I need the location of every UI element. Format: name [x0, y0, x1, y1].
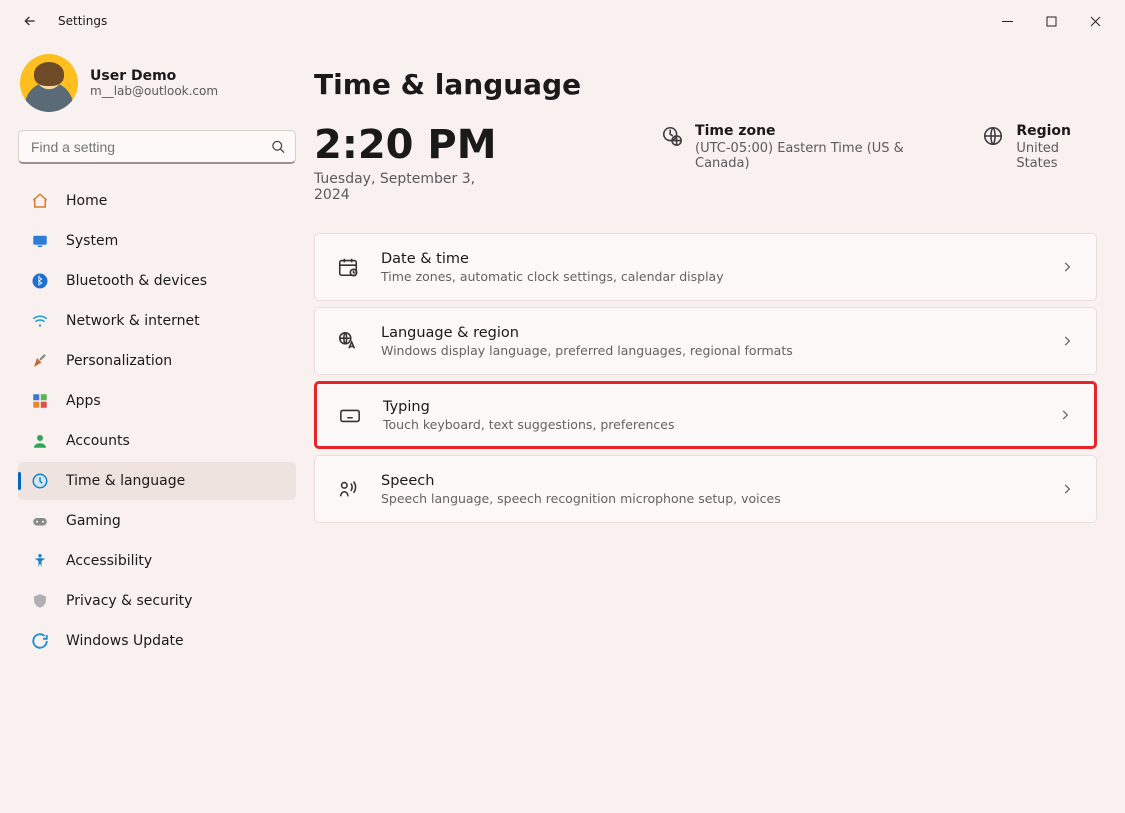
- nav-item-system[interactable]: System: [18, 222, 296, 260]
- sidebar: User Demo m__lab@outlook.com Home System…: [0, 42, 308, 813]
- nav-item-bluetooth[interactable]: Bluetooth & devices: [18, 262, 296, 300]
- minimize-button[interactable]: [985, 5, 1029, 37]
- user-email: m__lab@outlook.com: [90, 84, 218, 98]
- nav-label: Network & internet: [66, 313, 200, 329]
- card-typing[interactable]: Typing Touch keyboard, text suggestions,…: [314, 381, 1097, 449]
- card-speech[interactable]: Speech Speech language, speech recogniti…: [314, 455, 1097, 523]
- card-title: Date & time: [381, 251, 1038, 267]
- avatar: [20, 54, 78, 112]
- region-block: Region United States: [982, 123, 1097, 171]
- current-date: Tuesday, September 3, 2024: [314, 171, 503, 203]
- nav-item-apps[interactable]: Apps: [18, 382, 296, 420]
- nav-label: Privacy & security: [66, 593, 192, 609]
- chevron-right-icon: [1060, 482, 1074, 496]
- nav-item-network[interactable]: Network & internet: [18, 302, 296, 340]
- maximize-button[interactable]: [1029, 5, 1073, 37]
- chevron-right-icon: [1060, 260, 1074, 274]
- chevron-right-icon: [1058, 408, 1072, 422]
- bluetooth-icon: [30, 271, 50, 291]
- user-block[interactable]: User Demo m__lab@outlook.com: [18, 50, 296, 130]
- card-date-time[interactable]: Date & time Time zones, automatic clock …: [314, 233, 1097, 301]
- card-sub: Touch keyboard, text suggestions, prefer…: [383, 417, 1036, 432]
- nav-label: Accessibility: [66, 553, 152, 569]
- nav-item-accessibility[interactable]: Accessibility: [18, 542, 296, 580]
- home-icon: [30, 191, 50, 211]
- region-value: United States: [1016, 141, 1097, 171]
- nav-item-accounts[interactable]: Accounts: [18, 422, 296, 460]
- window-title: Settings: [58, 14, 107, 28]
- nav-list: Home System Bluetooth & devices Network …: [18, 182, 296, 660]
- maximize-icon: [1046, 16, 1057, 27]
- nav-label: Bluetooth & devices: [66, 273, 207, 289]
- time-language-icon: [30, 471, 50, 491]
- nav-label: Apps: [66, 393, 101, 409]
- language-icon: [337, 330, 359, 352]
- back-button[interactable]: [16, 7, 44, 35]
- accounts-icon: [30, 431, 50, 451]
- apps-icon: [30, 391, 50, 411]
- current-time: 2:20 PM: [314, 123, 503, 167]
- card-sub: Windows display language, preferred lang…: [381, 343, 1038, 358]
- titlebar: Settings: [0, 0, 1125, 42]
- close-button[interactable]: [1073, 5, 1117, 37]
- nav-item-personalization[interactable]: Personalization: [18, 342, 296, 380]
- timezone-label: Time zone: [695, 123, 944, 139]
- nav-item-time-language[interactable]: Time & language: [18, 462, 296, 500]
- timezone-block: Time zone (UTC-05:00) Eastern Time (US &…: [661, 123, 944, 171]
- network-icon: [30, 311, 50, 331]
- personalization-icon: [30, 351, 50, 371]
- arrow-left-icon: [22, 13, 38, 29]
- nav-label: Gaming: [66, 513, 121, 529]
- card-language-region[interactable]: Language & region Windows display langua…: [314, 307, 1097, 375]
- nav-label: System: [66, 233, 118, 249]
- gaming-icon: [30, 511, 50, 531]
- user-name: User Demo: [90, 68, 218, 84]
- calendar-icon: [337, 256, 359, 278]
- card-sub: Speech language, speech recognition micr…: [381, 491, 1038, 506]
- system-icon: [30, 231, 50, 251]
- time-block: 2:20 PM Tuesday, September 3, 2024: [314, 123, 503, 203]
- nav-label: Personalization: [66, 353, 172, 369]
- nav-item-update[interactable]: Windows Update: [18, 622, 296, 660]
- accessibility-icon: [30, 551, 50, 571]
- region-label: Region: [1016, 123, 1097, 139]
- nav-item-gaming[interactable]: Gaming: [18, 502, 296, 540]
- search-input[interactable]: [18, 130, 296, 164]
- card-title: Typing: [383, 399, 1036, 415]
- minimize-icon: [1002, 16, 1013, 27]
- card-title: Speech: [381, 473, 1038, 489]
- card-title: Language & region: [381, 325, 1038, 341]
- update-icon: [30, 631, 50, 651]
- content: Time & language 2:20 PM Tuesday, Septemb…: [308, 42, 1125, 813]
- speech-icon: [337, 478, 359, 500]
- nav-item-privacy[interactable]: Privacy & security: [18, 582, 296, 620]
- info-row: 2:20 PM Tuesday, September 3, 2024 Time …: [314, 123, 1097, 203]
- card-sub: Time zones, automatic clock settings, ca…: [381, 269, 1038, 284]
- close-icon: [1090, 16, 1101, 27]
- search-container: [18, 130, 296, 164]
- window-controls: [985, 5, 1117, 37]
- nav-label: Windows Update: [66, 633, 184, 649]
- nav-label: Accounts: [66, 433, 130, 449]
- nav-item-home[interactable]: Home: [18, 182, 296, 220]
- card-list: Date & time Time zones, automatic clock …: [314, 233, 1097, 523]
- chevron-right-icon: [1060, 334, 1074, 348]
- privacy-icon: [30, 591, 50, 611]
- timezone-value: (UTC-05:00) Eastern Time (US & Canada): [695, 141, 944, 171]
- keyboard-icon: [339, 404, 361, 426]
- timezone-icon: [661, 125, 683, 147]
- nav-label: Home: [66, 193, 107, 209]
- nav-label: Time & language: [66, 473, 185, 489]
- region-icon: [982, 125, 1004, 147]
- page-title: Time & language: [314, 68, 1097, 101]
